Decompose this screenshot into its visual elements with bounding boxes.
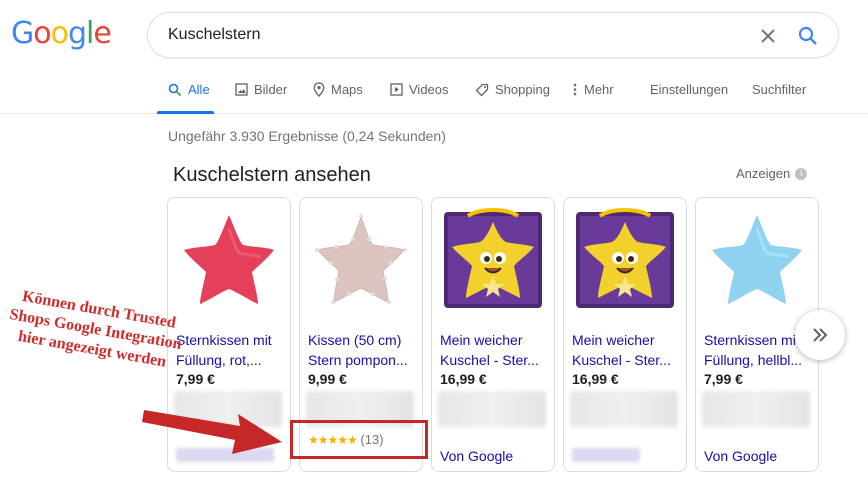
search-box	[147, 12, 839, 58]
info-icon: i	[795, 167, 808, 180]
search-tabs: Alle Bilder Maps Videos Shopping Mehr Ei…	[0, 70, 868, 114]
tab-all[interactable]: Alle	[168, 82, 210, 97]
tab-shopping[interactable]: Shopping	[475, 82, 550, 97]
video-icon	[390, 83, 403, 96]
product-name[interactable]: Mein weicher Kuschel - Ster...	[440, 330, 548, 370]
product-price: 9,99 €	[308, 371, 347, 387]
product-image	[696, 198, 818, 320]
product-price: 7,99 €	[704, 371, 743, 387]
seller-link[interactable]: Von Google	[440, 448, 513, 464]
product-name[interactable]: Sternkissen mit Füllung, rot,...	[176, 330, 284, 370]
tab-label: Mehr	[584, 82, 614, 97]
shopping-section-title: Kuschelstern ansehen	[173, 164, 371, 186]
logo-letter: G	[11, 16, 34, 51]
product-image	[300, 198, 422, 320]
logo-letter: o	[33, 16, 51, 51]
tab-label: Bilder	[254, 82, 288, 97]
logo-letter: o	[50, 16, 69, 51]
product-image	[564, 198, 686, 320]
search-icon	[168, 83, 182, 96]
ads-label-text: Anzeigen	[736, 166, 791, 181]
beige-star-pillow-image	[315, 214, 407, 304]
annotation-text: Können durch Trusted Shops Google Integr…	[8, 287, 183, 371]
settings-link[interactable]: Einstellungen	[650, 82, 728, 97]
blurred-merchant-info	[570, 391, 678, 427]
close-icon	[761, 29, 775, 43]
star-plush-box-image	[444, 208, 542, 308]
product-image	[168, 198, 290, 320]
google-logo[interactable]: Google	[11, 16, 112, 51]
active-tab-indicator	[157, 111, 214, 114]
tab-label: Shopping	[495, 82, 550, 97]
tab-label: Alle	[188, 82, 210, 97]
product-name[interactable]: Mein weicher Kuschel - Ster...	[572, 330, 680, 370]
tab-images[interactable]: Bilder	[235, 82, 287, 97]
tab-videos[interactable]: Videos	[390, 82, 449, 97]
product-price: 16,99 €	[440, 371, 487, 387]
product-name[interactable]: Kissen (50 cm) Stern pompon...	[308, 330, 416, 370]
annotation-arrow	[142, 410, 282, 454]
logo-letter: g	[67, 16, 87, 51]
ads-label[interactable]: Anzeigen i	[736, 166, 808, 181]
logo-letter: l	[86, 16, 94, 51]
tab-label: Videos	[409, 82, 449, 97]
product-price: 7,99 €	[176, 371, 215, 387]
more-vert-icon	[573, 83, 577, 96]
seller-link[interactable]: Von Google	[704, 448, 777, 464]
tab-more[interactable]: Mehr	[573, 82, 614, 97]
rating-highlight-box	[290, 420, 428, 459]
product-price: 16,99 €	[572, 371, 619, 387]
red-star-pillow-image	[184, 215, 274, 304]
tag-icon	[475, 83, 489, 96]
product-card[interactable]: Mein weicher Kuschel - Ster... 16,99 €	[563, 197, 687, 472]
search-button[interactable]	[796, 24, 820, 48]
product-image	[432, 198, 554, 320]
blurred-merchant-info	[438, 391, 546, 427]
map-pin-icon	[313, 82, 325, 97]
product-card[interactable]: Mein weicher Kuschel - Ster... 16,99 € V…	[431, 197, 555, 472]
blue-star-pillow-image	[712, 215, 802, 304]
blurred-merchant-link	[572, 448, 640, 462]
clear-button[interactable]	[756, 24, 780, 48]
star-plush-box-image	[576, 208, 674, 308]
logo-letter: e	[93, 16, 111, 51]
carousel-next-button[interactable]	[795, 310, 845, 360]
tools-link[interactable]: Suchfilter	[752, 82, 806, 97]
double-chevron-right-icon	[813, 328, 828, 342]
tab-label: Suchfilter	[752, 82, 807, 97]
image-icon	[235, 83, 248, 96]
tab-label: Maps	[331, 82, 363, 97]
search-input[interactable]	[168, 26, 728, 44]
result-stats: Ungefähr 3.930 Ergebnisse (0,24 Sekunden…	[168, 128, 446, 144]
tab-maps[interactable]: Maps	[313, 82, 363, 97]
blurred-merchant-info	[702, 391, 810, 427]
tab-label: Einstellungen	[650, 82, 729, 97]
search-icon	[798, 26, 817, 45]
